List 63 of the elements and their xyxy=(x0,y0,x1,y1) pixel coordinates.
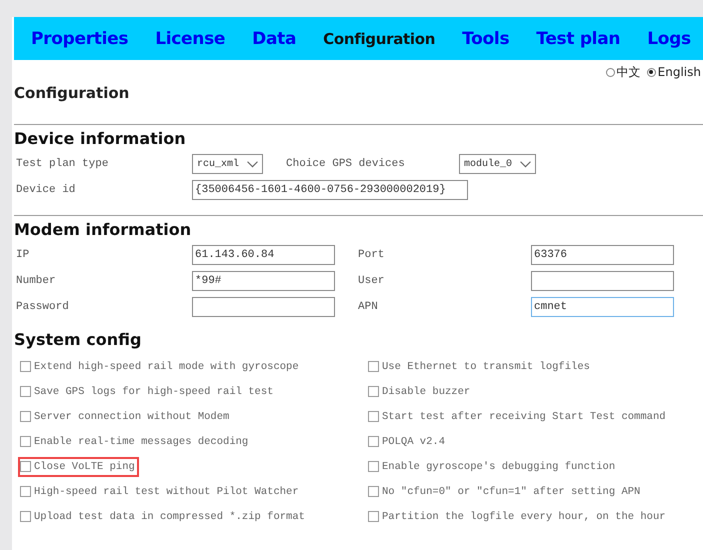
section-title: System config xyxy=(14,330,142,351)
nav-tab[interactable]: Tools xyxy=(462,28,510,48)
option-label: High-speed rail test without Pilot Watcher xyxy=(34,486,299,498)
checkbox[interactable] xyxy=(20,511,31,522)
input-field[interactable] xyxy=(531,271,674,291)
nav-tab[interactable]: Properties xyxy=(31,28,128,48)
language-label: English xyxy=(658,65,701,79)
field-label: Port xyxy=(357,249,386,261)
option-label: Start test after receiving Start Test command xyxy=(382,410,666,422)
option-label: Disable buzzer xyxy=(382,386,470,398)
option-label: Enable gyroscope's debugging function xyxy=(382,460,616,472)
checkbox[interactable] xyxy=(20,486,31,497)
checkbox[interactable] xyxy=(368,361,379,372)
nav-tab[interactable]: Configuration xyxy=(323,30,436,48)
dropdown[interactable]: module_0 xyxy=(459,154,536,174)
section-title: Device information xyxy=(14,129,187,150)
option-label: No "cfun=0" or "cfun=1" after setting APN xyxy=(382,486,640,498)
checkbox[interactable] xyxy=(368,436,379,447)
field-label: Number xyxy=(15,275,57,287)
checkbox[interactable] xyxy=(20,411,31,422)
field-label: User xyxy=(357,275,386,287)
field-label: Test plan type xyxy=(15,158,110,170)
checkbox[interactable] xyxy=(20,386,31,397)
checkbox[interactable] xyxy=(20,436,31,447)
checkbox[interactable] xyxy=(368,411,379,422)
field-label: Choice GPS devices xyxy=(285,158,406,170)
option-label: Upload test data in compressed *.zip format xyxy=(34,510,305,522)
checkbox[interactable] xyxy=(368,386,379,397)
option-label: Enable real-time messages decoding xyxy=(34,436,248,448)
option-label: Extend high-speed rail mode with gyroscope xyxy=(34,360,299,372)
language-label: 中文 xyxy=(616,64,641,80)
checkbox[interactable] xyxy=(368,461,379,472)
input-field[interactable]: {35006456-1601-4600-0756-293000002019} xyxy=(192,180,468,200)
field-label: Device id xyxy=(15,184,76,196)
input-field[interactable] xyxy=(192,297,335,317)
input-field[interactable]: *99# xyxy=(192,271,335,291)
option-label: Save GPS logs for high-speed rail test xyxy=(34,386,274,398)
page-title: Configuration xyxy=(14,84,130,104)
nav-tab[interactable]: Logs xyxy=(647,28,691,48)
field-label: Password xyxy=(15,301,70,313)
nav-tab[interactable]: License xyxy=(155,28,226,48)
nav-tab[interactable]: Data xyxy=(252,28,296,48)
input-field[interactable]: 61.143.60.84 xyxy=(192,245,335,265)
option-label: Partition the logfile every hour, on the hour xyxy=(382,510,666,522)
checkbox[interactable] xyxy=(20,461,31,472)
option-label: Use Ethernet to transmit logfiles xyxy=(382,360,590,372)
input-field[interactable]: 63376 xyxy=(531,245,674,265)
option-label: Server connection without Modem xyxy=(34,410,230,422)
nav-tab[interactable]: Test plan xyxy=(536,28,620,48)
checkbox[interactable] xyxy=(20,361,31,372)
checkbox[interactable] xyxy=(368,511,379,522)
checkbox[interactable] xyxy=(368,486,379,497)
section-title: Modem information xyxy=(14,220,192,241)
option-label: Close VoLTE ping xyxy=(34,460,135,472)
radio-button[interactable] xyxy=(646,68,656,76)
option-label: POLQA v2.4 xyxy=(382,436,446,448)
caret-icon xyxy=(247,160,258,168)
field-label: IP xyxy=(15,249,30,261)
input-field[interactable]: cmnet xyxy=(531,297,674,317)
field-label: APN xyxy=(357,301,379,313)
caret-icon xyxy=(520,160,532,168)
radio-button[interactable] xyxy=(606,68,615,76)
dropdown[interactable]: rcu_xml xyxy=(192,154,264,174)
